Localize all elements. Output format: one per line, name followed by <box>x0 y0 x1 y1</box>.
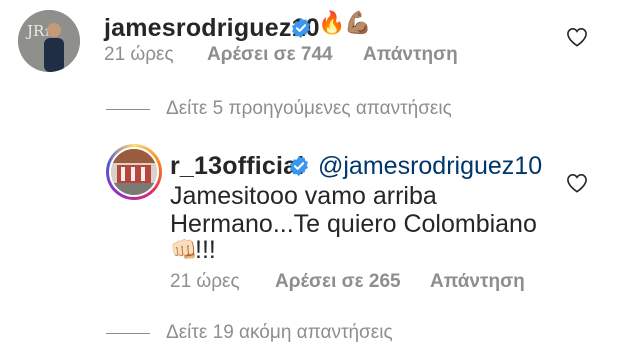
likes-count-link[interactable]: Αρέσει σε 744 <box>207 44 333 66</box>
fist-emoji-icon: 👊🏻 <box>170 237 198 262</box>
avatar-jamesrodriguez10[interactable]: JR 10 <box>18 10 80 72</box>
avatar-r_13official[interactable] <box>106 144 162 200</box>
svg-text:JR: JR <box>25 22 45 40</box>
view-more-replies-button[interactable]: Δείτε 19 ακόμη απαντήσεις <box>106 322 393 344</box>
mention-link[interactable]: @jamesrodriguez10 <box>318 152 542 181</box>
reply-button[interactable]: Απάντηση <box>430 271 525 293</box>
view-previous-replies-button[interactable]: Δείτε 5 προηγούμενες απαντήσεις <box>106 98 452 120</box>
comment-text-line: Hermano...Te quiero Colombiano <box>170 210 537 238</box>
story-ring-avatar <box>109 147 159 197</box>
like-heart-icon[interactable] <box>566 173 588 193</box>
divider-line <box>106 332 150 334</box>
view-more-replies-label: Δείτε 19 ακόμη απαντήσεις <box>166 322 393 343</box>
comment-username[interactable]: r_13official <box>170 152 304 181</box>
verified-badge-icon <box>292 17 310 39</box>
comment-text-line: !!! <box>195 236 216 264</box>
divider-line <box>106 108 150 110</box>
comment-timestamp[interactable]: 21 ώρες <box>104 44 174 66</box>
comment-username[interactable]: jamesrodriguez10 <box>104 14 320 43</box>
view-previous-replies-label: Δείτε 5 προηγούμενες απαντήσεις <box>166 98 452 119</box>
profile-photo-icon <box>111 149 157 195</box>
verified-badge-icon <box>290 155 308 177</box>
likes-count-link[interactable]: Αρέσει σε 265 <box>275 271 401 293</box>
profile-photo-icon: JR 10 <box>18 10 80 72</box>
flexed-biceps-emoji-icon: 💪🏽 <box>344 10 372 35</box>
reply-button[interactable]: Απάντηση <box>363 44 458 66</box>
fire-emoji-icon: 🔥 <box>318 10 346 35</box>
comment-timestamp[interactable]: 21 ώρες <box>170 271 240 293</box>
like-heart-icon[interactable] <box>566 27 588 47</box>
comment-text-line: Jamesitooo vamo arriba <box>170 182 437 210</box>
